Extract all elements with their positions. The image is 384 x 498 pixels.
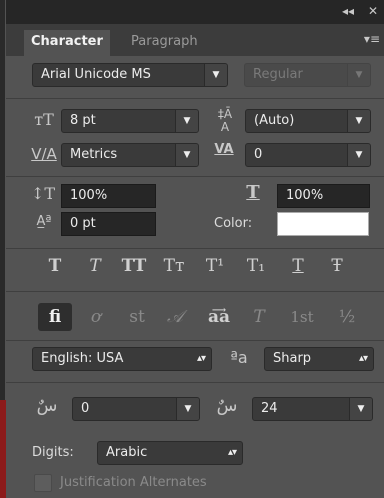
digits-select[interactable]: Arabic ▴▾	[97, 441, 243, 465]
canvas-edge	[0, 400, 6, 498]
leading-value: (Auto)	[254, 113, 295, 128]
chevron-down-icon: ▼	[347, 144, 370, 166]
updown-arrows-icon: ▴▾	[227, 447, 237, 458]
tracking-select[interactable]: 0 ▼	[245, 143, 371, 167]
swash-button[interactable]: 𝒜	[160, 303, 190, 331]
chevron-down-icon: ▼	[175, 144, 198, 166]
arabic-right-select[interactable]: 24 ▼	[252, 397, 373, 421]
arabic-kashida-icon: ﺱٌ	[36, 396, 58, 416]
updown-arrows-icon: ▴▾	[196, 353, 206, 364]
antialias-select[interactable]: Sharp ▴▾	[264, 347, 374, 371]
font-size-icon: ᴛT	[34, 110, 54, 129]
chevron-down-icon: ▼	[176, 398, 199, 420]
strikethrough-button[interactable]: Ŧ	[322, 252, 352, 280]
panel-menu-icon[interactable]: ▾≡	[364, 32, 380, 46]
antialias-icon: ªa	[230, 348, 248, 367]
close-icon[interactable]: ✕	[368, 4, 378, 18]
small-caps-button[interactable]: Tт	[159, 252, 189, 280]
tracking-value: 0	[254, 147, 263, 162]
language-value: English: USA	[41, 351, 124, 366]
tab-character[interactable]: Character	[24, 30, 110, 56]
vertical-scale-input[interactable]: 100%	[61, 184, 156, 208]
chevron-down-icon: ▼	[347, 110, 370, 132]
double-left-arrow-icon[interactable]: ◂◂	[342, 4, 354, 18]
kerning-value: Metrics	[70, 147, 118, 162]
stylistic-alternates-button[interactable]: ⟶ aa	[200, 303, 238, 331]
kerning-select[interactable]: Metrics ▼	[61, 143, 199, 167]
arabic-right-value: 24	[261, 401, 278, 416]
panel-tabs: Character Paragraph ▾≡	[6, 24, 384, 56]
superscript-button[interactable]: T¹	[200, 252, 230, 280]
divider	[6, 340, 384, 341]
font-style-select: Regular ▼	[244, 63, 371, 87]
kerning-icon: V/A	[31, 145, 57, 163]
subscript-button[interactable]: T₁	[241, 252, 271, 280]
vertical-scale-icon: ↕T	[30, 184, 56, 203]
chevron-down-icon: ▼	[175, 110, 198, 132]
chevron-down-icon: ▼	[349, 398, 372, 420]
divider	[6, 291, 384, 292]
arabic-left-select[interactable]: 0 ▼	[72, 397, 200, 421]
divider	[6, 176, 384, 177]
divider	[6, 382, 384, 383]
language-select[interactable]: English: USA ▴▾	[32, 347, 212, 371]
faux-italic-button[interactable]: T	[80, 252, 110, 280]
horizontal-scale-input[interactable]: 100%	[277, 184, 370, 208]
font-family-select[interactable]: Arial Unicode MS ▼	[32, 63, 228, 87]
arabic-spacing-icon: ﺱٌ	[216, 396, 238, 416]
faux-bold-button[interactable]: T	[40, 252, 70, 280]
titling-alternates-button[interactable]: T	[244, 303, 274, 331]
tracking-icon: VA	[214, 142, 234, 157]
all-caps-button[interactable]: TT	[119, 252, 149, 280]
digits-value: Arabic	[106, 445, 148, 460]
digits-label: Digits:	[32, 445, 74, 460]
font-style-value: Regular	[253, 67, 303, 82]
baseline-shift-icon: A̲ª	[36, 214, 52, 229]
justification-alternates-label: Justification Alternates	[60, 475, 207, 490]
color-swatch[interactable]	[277, 212, 369, 236]
leading-icon: ‡Ā A	[217, 107, 233, 134]
chevron-down-icon: ▼	[347, 64, 370, 86]
updown-arrows-icon: ▴▾	[358, 353, 368, 364]
divider	[6, 98, 384, 99]
right-arrow-icon: ⟶	[211, 305, 227, 316]
baseline-shift-input[interactable]: 0 pt	[61, 212, 156, 236]
chevron-down-icon: ▼	[204, 64, 227, 86]
arabic-left-value: 0	[81, 401, 90, 416]
panel-titlebar: ◂◂ ✕	[6, 0, 384, 24]
tab-paragraph[interactable]: Paragraph	[124, 30, 205, 56]
ordinals-button[interactable]: 1st	[284, 303, 320, 331]
fractions-button[interactable]: ½	[332, 303, 362, 331]
leading-select[interactable]: (Auto) ▼	[245, 109, 371, 133]
font-family-value: Arial Unicode MS	[41, 67, 151, 82]
discretionary-ligatures-button[interactable]: st	[122, 303, 152, 331]
old-style-button[interactable]: ơ	[81, 303, 111, 331]
antialias-value: Sharp	[273, 351, 312, 366]
divider	[6, 248, 384, 249]
ligatures-button[interactable]: fi	[38, 303, 72, 331]
font-size-value: 8 pt	[70, 113, 96, 128]
horizontal-scale-icon: T	[246, 182, 260, 203]
justification-alternates-checkbox[interactable]	[34, 474, 52, 492]
font-size-select[interactable]: 8 pt ▼	[61, 109, 199, 133]
color-label: Color:	[214, 216, 253, 231]
underline-button[interactable]: T	[283, 252, 313, 280]
